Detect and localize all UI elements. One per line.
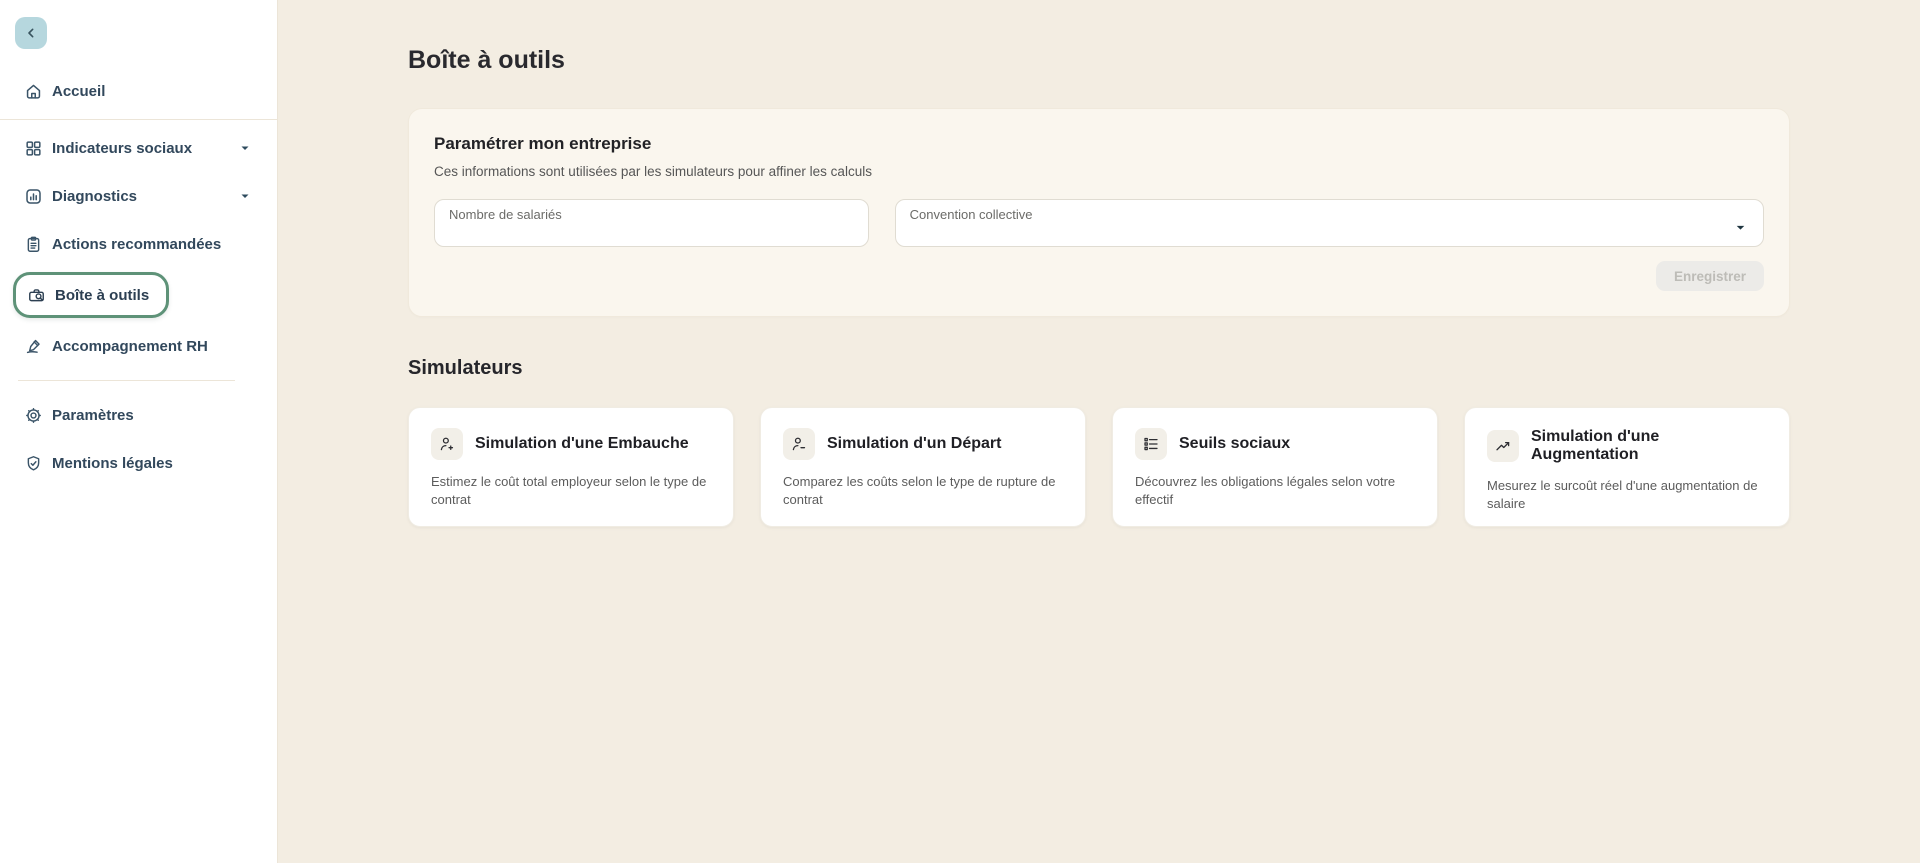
settings-fields-row: Nombre de salariés Convention collective (434, 199, 1764, 247)
gear-icon (24, 406, 43, 425)
toolbox-search-icon (27, 286, 46, 305)
trending-up-icon (1487, 430, 1519, 462)
sidebar-divider (18, 380, 235, 381)
sidebar-item-label: Accueil (52, 82, 106, 100)
simulator-card-seuils-sociaux[interactable]: Seuils sociaux Découvrez les obligations… (1112, 407, 1438, 527)
sim-card-description: Comparez les coûts selon le type de rupt… (783, 474, 1056, 507)
employee-count-field[interactable]: Nombre de salariés (434, 199, 869, 247)
sidebar-item-label: Boîte à outils (55, 286, 150, 304)
sidebar-item-parametres[interactable]: Paramètres (0, 391, 277, 439)
settings-card-title: Paramétrer mon entreprise (434, 134, 652, 153)
sidebar-item-actions-recommandees[interactable]: Actions recommandées (0, 220, 277, 268)
sidebar-divider (0, 119, 277, 120)
sidebar-item-label: Actions recommandées (52, 235, 222, 253)
sim-card-description: Estimez le coût total employeur selon le… (431, 474, 707, 507)
sidebar-item-accompagnement-rh[interactable]: Accompagnement RH (0, 322, 277, 370)
user-plus-icon (431, 428, 463, 460)
collective-agreement-select[interactable]: Convention collective (894, 199, 1764, 247)
sidebar-item-indicateurs-sociaux[interactable]: Indicateurs sociaux (0, 124, 277, 172)
simulators-section-title: Simulateurs (408, 357, 523, 379)
sidebar-collapse-button[interactable] (15, 17, 47, 49)
page-title: Boîte à outils (408, 46, 565, 74)
clipboard-icon (24, 235, 43, 254)
sim-card-header: Simulation d'une Embauche (431, 428, 711, 460)
grid-icon (24, 139, 43, 158)
save-button[interactable]: Enregistrer (1655, 261, 1764, 291)
sidebar-item-boite-a-outils[interactable]: Boîte à outils (13, 272, 170, 318)
settings-card-footer: Enregistrer (434, 261, 1764, 291)
sim-card-title: Simulation d'un Départ (827, 435, 1002, 452)
employee-count-input[interactable] (449, 222, 854, 240)
sidebar-item-accueil[interactable]: Accueil (0, 67, 277, 115)
sim-card-header: Seuils sociaux (1135, 428, 1415, 460)
chevron-down-icon (239, 142, 251, 154)
sim-card-title: Seuils sociaux (1179, 435, 1291, 452)
sim-card-header: Simulation d'une Augmentation (1487, 428, 1767, 464)
sidebar-item-mentions-legales[interactable]: Mentions légales (0, 439, 277, 487)
sidebar-item-label: Accompagnement RH (52, 337, 208, 355)
shield-check-icon (24, 454, 43, 473)
chevron-left-icon (23, 25, 39, 41)
sim-card-description: Découvrez les obligations légales selon … (1135, 474, 1396, 507)
sim-card-header: Simulation d'un Départ (783, 428, 1063, 460)
sidebar-item-diagnostics[interactable]: Diagnostics (0, 172, 277, 220)
select-chevron-down-icon (1734, 221, 1747, 239)
sim-card-description: Mesurez le surcoût réel d'une augmentati… (1487, 478, 1758, 511)
settings-card-subtitle: Ces informations sont utilisées par les … (434, 164, 872, 179)
simulator-card-augmentation[interactable]: Simulation d'une Augmentation Mesurez le… (1464, 407, 1790, 527)
simulators-grid: Simulation d'une Embauche Estimez le coû… (408, 407, 1790, 527)
main-content: Boîte à outils Paramétrer mon entreprise… (278, 0, 1920, 527)
home-icon (24, 82, 43, 101)
company-settings-card: Paramétrer mon entreprise Ces informatio… (408, 108, 1790, 317)
simulator-card-depart[interactable]: Simulation d'un Départ Comparez les coût… (760, 407, 1086, 527)
sim-card-title: Simulation d'une Embauche (475, 435, 689, 452)
writing-hand-icon (24, 337, 43, 356)
sidebar-item-label: Paramètres (52, 406, 134, 424)
sidebar-selected-wrap: Boîte à outils (0, 268, 277, 322)
simulator-card-embauche[interactable]: Simulation d'une Embauche Estimez le coû… (408, 407, 734, 527)
collective-agreement-label: Convention collective (909, 207, 1033, 222)
user-minus-icon (783, 428, 815, 460)
sidebar-item-label: Indicateurs sociaux (52, 139, 193, 157)
sidebar-nav: Accueil Indicateurs sociaux Diagnostics (0, 67, 277, 487)
chevron-down-icon (239, 190, 251, 202)
bar-chart-icon (24, 187, 43, 206)
checklist-icon (1135, 428, 1167, 460)
sim-card-title: Simulation d'une Augmentation (1531, 428, 1660, 463)
sidebar-item-label: Diagnostics (52, 187, 138, 205)
sidebar: Accueil Indicateurs sociaux Diagnostics (0, 0, 278, 863)
employee-count-label: Nombre de salariés (449, 207, 562, 222)
sidebar-item-label: Mentions légales (52, 454, 173, 472)
